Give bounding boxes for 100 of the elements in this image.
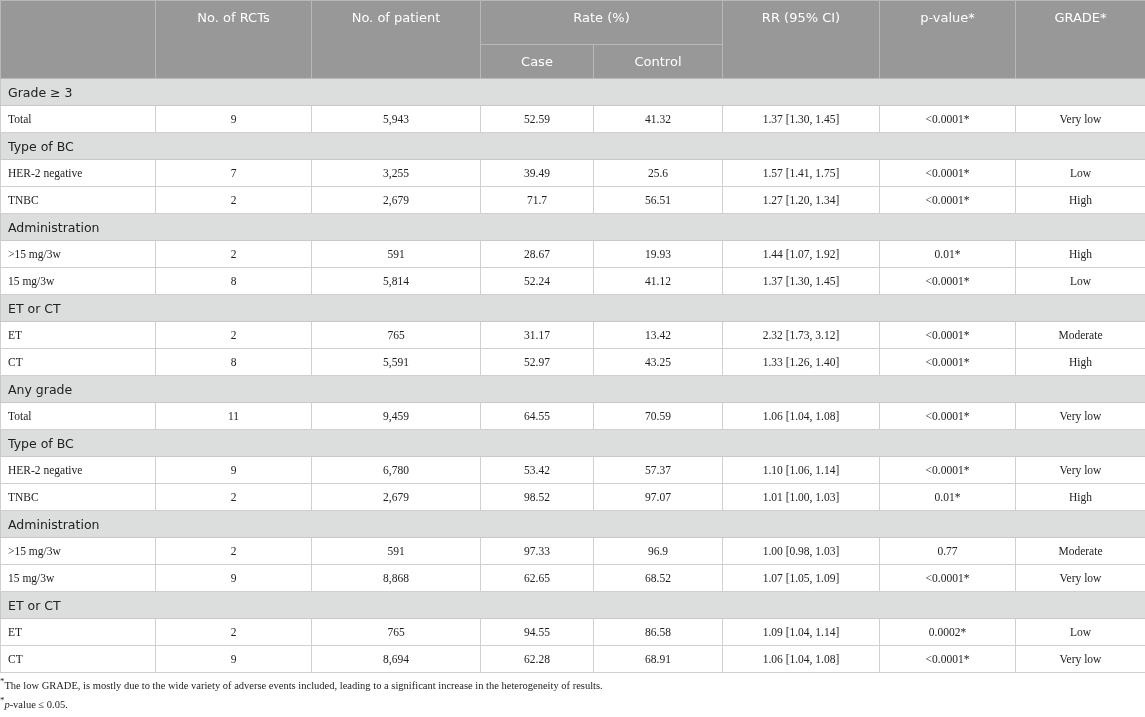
- table-cell: <0.0001*: [879, 321, 1016, 349]
- table-cell: 5,814: [311, 267, 481, 295]
- table-cell: 62.65: [480, 564, 594, 592]
- table-cell: 9: [155, 105, 312, 133]
- table-cell: 1.00 [0.98, 1.03]: [722, 537, 880, 565]
- section-header: ET or CT: [0, 294, 1145, 322]
- table-cell: 591: [311, 240, 481, 268]
- section-header: Administration: [0, 213, 1145, 241]
- table-cell: 591: [311, 537, 481, 565]
- table-cell: 7: [155, 159, 312, 187]
- table-cell: 9: [155, 456, 312, 484]
- table-cell: 1.10 [1.06, 1.14]: [722, 456, 880, 484]
- table-cell: <0.0001*: [879, 348, 1016, 376]
- table-cell: 2: [155, 321, 312, 349]
- column-header: Control: [593, 44, 723, 79]
- table-cell: 1.57 [1.41, 1.75]: [722, 159, 880, 187]
- table-cell: 15 mg/3w: [0, 267, 156, 295]
- table-cell: 1.01 [1.00, 1.03]: [722, 483, 880, 511]
- table-cell: 765: [311, 321, 481, 349]
- column-header: Case: [480, 44, 594, 79]
- table-cell: 8: [155, 348, 312, 376]
- table-cell: 1.27 [1.20, 1.34]: [722, 186, 880, 214]
- section-header: Grade ≥ 3: [0, 78, 1145, 106]
- table-cell: 1.07 [1.05, 1.09]: [722, 564, 880, 592]
- table-cell: 39.49: [480, 159, 594, 187]
- column-header: GRADE*: [1015, 0, 1145, 79]
- section-header: Any grade: [0, 375, 1145, 403]
- table-cell: 765: [311, 618, 481, 646]
- table-cell: 9: [155, 564, 312, 592]
- table-cell: 0.77: [879, 537, 1016, 565]
- table-cell: 2: [155, 483, 312, 511]
- table-cell: 52.59: [480, 105, 594, 133]
- footnote: $^{*}$p-value ≤ 0.05.: [0, 693, 69, 711]
- table-cell: 2: [155, 618, 312, 646]
- table-cell: 68.52: [593, 564, 723, 592]
- table-cell: 53.42: [480, 456, 594, 484]
- table-cell: 5,943: [311, 105, 481, 133]
- table-cell: 8: [155, 267, 312, 295]
- table-cell: 43.25: [593, 348, 723, 376]
- table-cell: Total: [0, 105, 156, 133]
- table-cell: <0.0001*: [879, 159, 1016, 187]
- table-cell: 52.24: [480, 267, 594, 295]
- table-cell: 5,591: [311, 348, 481, 376]
- table-cell: <0.0001*: [879, 645, 1016, 673]
- table-cell: 8,694: [311, 645, 481, 673]
- column-header: No. of patient: [311, 0, 481, 79]
- table-cell: 98.52: [480, 483, 594, 511]
- footnote: $^{*}$The low GRADE, is mostly due to the wide variety of adverse events included, leading to a significant increase in the heterogeneity of results.: [0, 675, 604, 693]
- table-cell: 2,679: [311, 186, 481, 214]
- column-header: p-value*: [879, 0, 1016, 79]
- table-cell: CT: [0, 348, 156, 376]
- table-cell: 13.42: [593, 321, 723, 349]
- section-header: Type of BC: [0, 429, 1145, 457]
- table-cell: 57.37: [593, 456, 723, 484]
- table-cell: 1.09 [1.04, 1.14]: [722, 618, 880, 646]
- table-cell: 1.06 [1.04, 1.08]: [722, 402, 880, 430]
- table-cell: 56.51: [593, 186, 723, 214]
- table-cell: 9: [155, 645, 312, 673]
- section-header: Type of BC: [0, 132, 1145, 160]
- table-cell: 41.12: [593, 267, 723, 295]
- table-cell: 11: [155, 402, 312, 430]
- table-cell: 94.55: [480, 618, 594, 646]
- table-cell: 41.32: [593, 105, 723, 133]
- table-cell: 86.58: [593, 618, 723, 646]
- table-cell: 2: [155, 537, 312, 565]
- column-header: RR (95% CI): [722, 0, 880, 79]
- table-cell: CT: [0, 645, 156, 673]
- table-cell: <0.0001*: [879, 186, 1016, 214]
- table-cell: Total: [0, 402, 156, 430]
- table-cell: 8,868: [311, 564, 481, 592]
- table-cell: 31.17: [480, 321, 594, 349]
- table-cell: HER-2 negative: [0, 159, 156, 187]
- table-cell: 0.0002*: [879, 618, 1016, 646]
- table-cell: 1.37 [1.30, 1.45]: [722, 267, 880, 295]
- table-cell: 1.44 [1.07, 1.92]: [722, 240, 880, 268]
- table-cell: 19.93: [593, 240, 723, 268]
- table-cell: 52.97: [480, 348, 594, 376]
- table-cell: 15 mg/3w: [0, 564, 156, 592]
- table-cell: 0.01*: [879, 240, 1016, 268]
- table-cell: TNBC: [0, 186, 156, 214]
- table-cell: <0.0001*: [879, 267, 1016, 295]
- table-cell: 1.33 [1.26, 1.40]: [722, 348, 880, 376]
- table-cell: 9,459: [311, 402, 481, 430]
- table-cell: 97.07: [593, 483, 723, 511]
- table-cell: 1.06 [1.04, 1.08]: [722, 645, 880, 673]
- column-header: No. of RCTs: [155, 0, 312, 79]
- table-cell: ET: [0, 321, 156, 349]
- table-cell: 6,780: [311, 456, 481, 484]
- table-cell: 62.28: [480, 645, 594, 673]
- column-header: Rate (%): [480, 0, 723, 45]
- table-cell: 3,255: [311, 159, 481, 187]
- table-cell: 25.6: [593, 159, 723, 187]
- table-cell: >15 mg/3w: [0, 240, 156, 268]
- table-cell: 2: [155, 240, 312, 268]
- table-cell: 71.7: [480, 186, 594, 214]
- table-cell: >15 mg/3w: [0, 537, 156, 565]
- table-cell: ET: [0, 618, 156, 646]
- section-header: Administration: [0, 510, 1145, 538]
- table-cell: 70.59: [593, 402, 723, 430]
- section-header: ET or CT: [0, 591, 1145, 619]
